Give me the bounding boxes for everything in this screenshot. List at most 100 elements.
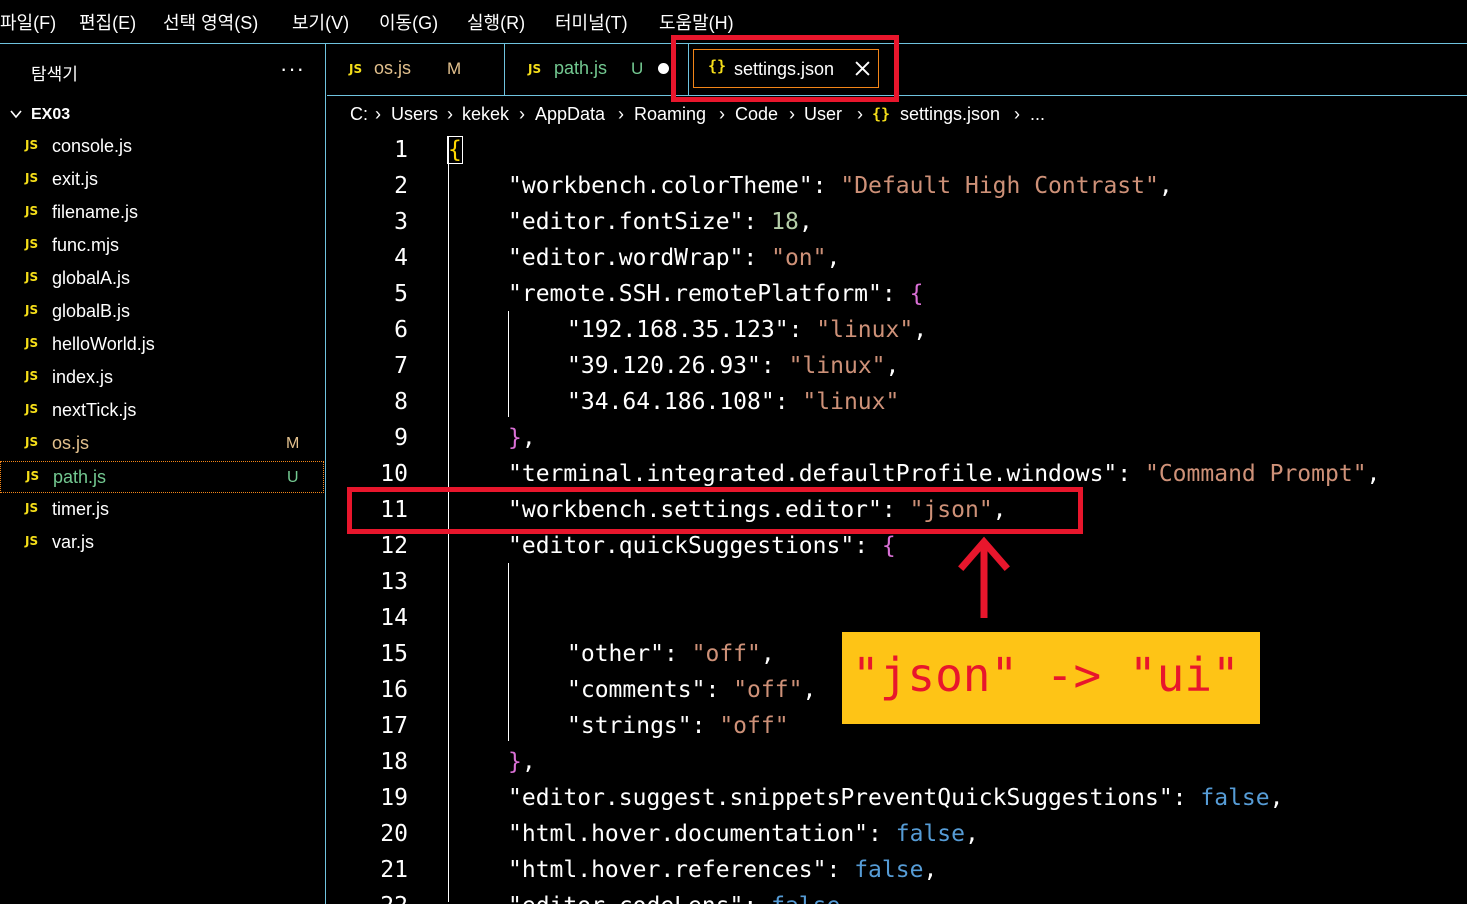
tab-os-js[interactable]: JS os.js M (327, 44, 505, 95)
unsaved-dot-icon[interactable] (658, 63, 669, 74)
code-line: "editor.fontSize": 18, (508, 209, 813, 235)
chevron-right-icon: › (618, 104, 624, 124)
file-item-index[interactable]: JS index.js (0, 362, 324, 394)
file-item-nexttick[interactable]: JS nextTick.js (0, 395, 324, 427)
js-file-icon: JS (25, 270, 39, 284)
js-file-icon: JS (25, 138, 39, 152)
file-item-var[interactable]: JS var.js (0, 527, 324, 559)
tab-label: os.js (374, 58, 412, 78)
code-line: "editor.suggest.snippetsPreventQuickSugg… (508, 785, 1284, 811)
code-line: "39.120.26.93": "linux", (567, 353, 900, 379)
js-file-icon: JS (349, 62, 363, 76)
js-file-icon: JS (25, 336, 39, 350)
chevron-right-icon: › (1014, 104, 1020, 124)
tab-highlight-annotation (671, 35, 899, 102)
js-file-icon: JS (25, 204, 39, 218)
file-item-func[interactable]: JS func.mjs (0, 230, 324, 262)
file-item-filename[interactable]: JS filename.js (0, 197, 324, 229)
code-line: "html.hover.references": false, (508, 857, 938, 883)
file-item-globalb[interactable]: JS globalB.js (0, 296, 324, 328)
file-item-path[interactable]: JS path.js U (0, 461, 324, 493)
chevron-right-icon: › (519, 104, 525, 124)
git-modified-badge: M (286, 435, 300, 452)
line-highlight-annotation (347, 487, 1083, 534)
js-file-icon: JS (25, 369, 39, 383)
line-number: 20 (380, 821, 408, 847)
code-line: "remote.SSH.remotePlatform": { (508, 281, 924, 307)
callout-text: "json" -> "ui" (852, 648, 1240, 702)
breadcrumb-item[interactable]: Users (391, 104, 438, 125)
folder-header-ex03[interactable]: EX03 (0, 102, 326, 130)
file-item-timer[interactable]: JS timer.js (0, 494, 324, 526)
line-number: 9 (394, 425, 408, 451)
git-untracked-badge: U (287, 469, 299, 486)
breadcrumb-item[interactable]: settings.json (900, 104, 1000, 125)
breadcrumb-item[interactable]: ... (1030, 104, 1045, 125)
file-item-exit[interactable]: JS exit.js (0, 164, 324, 196)
menu-file[interactable]: 파일(F) (0, 9, 56, 35)
code-line: "editor.wordWrap": "on", (508, 245, 841, 271)
file-label: path.js (53, 467, 107, 487)
tab-path-js[interactable]: JS path.js U (505, 44, 689, 95)
line-number: 21 (380, 857, 408, 883)
js-file-icon: JS (25, 501, 39, 515)
chevron-right-icon: › (719, 104, 725, 124)
js-file-icon: JS (25, 303, 39, 317)
file-label: globalB.js (52, 301, 131, 321)
line-number: 12 (380, 533, 408, 559)
file-label: helloWorld.js (52, 334, 155, 354)
line-number: 7 (394, 353, 408, 379)
code-line: "34.64.186.108": "linux" (567, 389, 900, 415)
code-line: "html.hover.documentation": false, (508, 821, 979, 847)
menu-go[interactable]: 이동(G) (379, 9, 438, 35)
file-label: filename.js (52, 202, 139, 222)
more-horizontal-icon[interactable]: ··· (280, 56, 305, 82)
file-label: var.js (52, 532, 95, 552)
line-number: 5 (394, 281, 408, 307)
line-number: 6 (394, 317, 408, 343)
line-number: 1 (394, 137, 408, 163)
breadcrumb-item[interactable]: kekek (462, 104, 509, 125)
menu-terminal[interactable]: 터미널(T) (555, 9, 628, 35)
menu-edit[interactable]: 편집(E) (79, 9, 136, 35)
file-label: exit.js (52, 169, 99, 189)
tab-label: path.js (554, 58, 608, 78)
breadcrumb-item[interactable]: C: (350, 104, 368, 125)
line-number: 8 (394, 389, 408, 415)
file-label: os.js (52, 433, 90, 453)
file-item-console[interactable]: JS console.js (0, 131, 324, 163)
code-line: "terminal.integrated.defaultProfile.wind… (508, 461, 1381, 487)
breadcrumb-item[interactable]: AppData (535, 104, 605, 125)
code-line: "strings": "off" (567, 713, 789, 739)
git-modified-badge: M (447, 59, 462, 78)
file-item-os[interactable]: JS os.js M (0, 428, 324, 460)
indent-guide (508, 563, 509, 741)
file-item-globala[interactable]: JS globalA.js (0, 263, 324, 295)
code-line: }, (508, 749, 536, 775)
line-number: 2 (394, 173, 408, 199)
menu-help[interactable]: 도움말(H) (659, 9, 734, 35)
callout-note: "json" -> "ui" (842, 632, 1260, 724)
file-item-helloworld[interactable]: JS helloWorld.js (0, 329, 324, 361)
file-label: console.js (52, 136, 133, 156)
menu-view[interactable]: 보기(V) (292, 9, 349, 35)
js-file-icon: JS (25, 171, 39, 185)
menu-selection[interactable]: 선택 영역(S) (163, 9, 258, 35)
file-label: func.mjs (52, 235, 120, 255)
js-file-icon: JS (528, 62, 542, 76)
line-number: 14 (380, 605, 408, 631)
breadcrumb-item[interactable]: Roaming (634, 104, 706, 125)
js-file-icon: JS (25, 402, 39, 416)
line-number: 15 (380, 641, 408, 667)
chevron-down-icon (10, 110, 22, 119)
git-untracked-badge: U (631, 59, 644, 78)
breadcrumb-item[interactable]: User (804, 104, 842, 125)
file-label: index.js (52, 367, 114, 387)
indent-guide (508, 311, 509, 417)
line-number: 22 (327, 893, 408, 904)
explorer-title: 탐색기 (31, 65, 78, 84)
code-line: }, (508, 425, 536, 451)
menu-run[interactable]: 실행(R) (467, 9, 525, 35)
js-file-icon: JS (25, 237, 39, 251)
breadcrumb-item[interactable]: Code (735, 104, 778, 125)
